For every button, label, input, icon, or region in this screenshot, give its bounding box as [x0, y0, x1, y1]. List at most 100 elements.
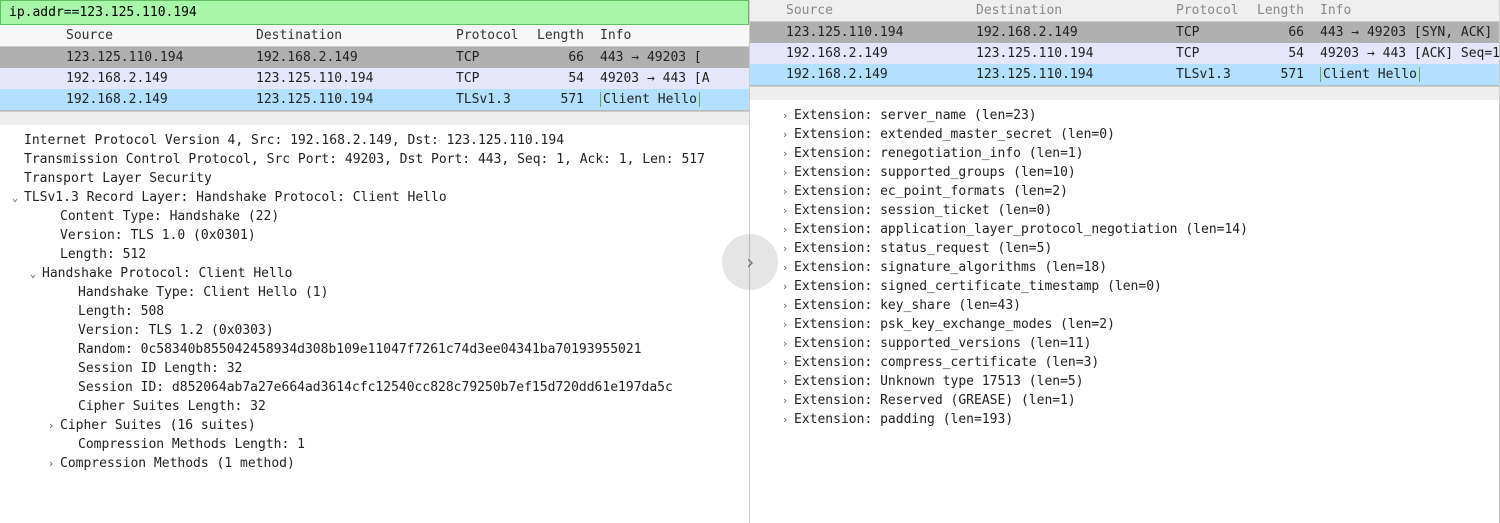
tree-node[interactable]: Random: 0c58340b855042458934d308b109e110… — [8, 340, 749, 359]
packet-row[interactable]: 123.125.110.194192.168.2.149TCP66443 → 4… — [750, 22, 1499, 43]
packet-row[interactable]: 123.125.110.194192.168.2.149TCP66443 → 4… — [0, 47, 749, 68]
display-filter-input[interactable] — [7, 4, 742, 21]
tree-node[interactable]: ›Extension: supported_versions (len=11) — [778, 334, 1499, 353]
cell-destination: 123.125.110.194 — [970, 46, 1170, 61]
tree-node[interactable]: ›Extension: extended_master_secret (len=… — [778, 125, 1499, 144]
packet-details-left[interactable]: Internet Protocol Version 4, Src: 192.16… — [0, 125, 749, 523]
cell-destination: 123.125.110.194 — [970, 67, 1170, 82]
expand-closed-icon[interactable]: › — [778, 182, 792, 201]
tree-node-label: Version: TLS 1.0 (0x0301) — [58, 226, 256, 245]
packet-list-right[interactable]: Source Destination Protocol Length Info … — [750, 0, 1499, 86]
col-info[interactable]: Info — [590, 28, 749, 43]
tree-node[interactable]: Version: TLS 1.0 (0x0301) — [8, 226, 749, 245]
expand-closed-icon[interactable]: › — [778, 163, 792, 182]
cell-destination: 192.168.2.149 — [250, 50, 450, 65]
tree-node-label: Length: 508 — [76, 302, 164, 321]
tree-node-label: Extension: supported_groups (len=10) — [792, 163, 1076, 182]
cell-protocol: TCP — [450, 71, 530, 86]
display-filter-bar[interactable] — [0, 0, 749, 25]
packet-row[interactable]: 192.168.2.149123.125.110.194TLSv1.3571Cl… — [0, 89, 749, 110]
tree-node[interactable]: ›Extension: ec_point_formats (len=2) — [778, 182, 1499, 201]
expand-closed-icon[interactable]: › — [44, 454, 58, 473]
expand-closed-icon[interactable]: › — [778, 125, 792, 144]
cell-source: 192.168.2.149 — [60, 71, 250, 86]
cell-source: 123.125.110.194 — [780, 25, 970, 40]
packet-details-right[interactable]: ›Extension: server_name (len=23)›Extensi… — [750, 100, 1499, 523]
tree-node[interactable]: Session ID: d852064ab7a27e664ad3614cfc12… — [8, 378, 749, 397]
tree-node[interactable]: ›Extension: Unknown type 17513 (len=5) — [778, 372, 1499, 391]
expand-closed-icon[interactable]: › — [778, 372, 792, 391]
tree-node[interactable]: ›Extension: padding (len=193) — [778, 410, 1499, 429]
col-info[interactable]: Info — [1310, 3, 1499, 18]
tree-node[interactable]: ›Extension: Reserved (GREASE) (len=1) — [778, 391, 1499, 410]
col-source[interactable]: Source — [780, 3, 970, 18]
tree-node[interactable]: ›Compression Methods (1 method) — [8, 454, 749, 473]
tree-node[interactable]: ›Extension: key_share (len=43) — [778, 296, 1499, 315]
tree-node[interactable]: ›Extension: session_ticket (len=0) — [778, 201, 1499, 220]
tree-node-label: Length: 512 — [58, 245, 146, 264]
expand-closed-icon[interactable]: › — [778, 315, 792, 334]
tree-node[interactable]: ›Cipher Suites (16 suites) — [8, 416, 749, 435]
col-source[interactable]: Source — [60, 28, 250, 43]
tree-node[interactable]: Length: 508 — [8, 302, 749, 321]
tree-node[interactable]: ›Extension: status_request (len=5) — [778, 239, 1499, 258]
tree-node[interactable]: Session ID Length: 32 — [8, 359, 749, 378]
expand-open-icon[interactable]: ⌄ — [8, 188, 22, 207]
tree-node-label: Internet Protocol Version 4, Src: 192.16… — [22, 131, 564, 150]
hscrollbar[interactable] — [750, 86, 1499, 100]
expand-closed-icon[interactable]: › — [778, 277, 792, 296]
packet-row[interactable]: 192.168.2.149123.125.110.194TLSv1.3571Cl… — [750, 64, 1499, 85]
tree-node[interactable]: ⌄TLSv1.3 Record Layer: Handshake Protoco… — [8, 188, 749, 207]
tree-node-label: Transport Layer Security — [22, 169, 212, 188]
tree-node[interactable]: ›Extension: psk_key_exchange_modes (len=… — [778, 315, 1499, 334]
cell-source: 123.125.110.194 — [60, 50, 250, 65]
expand-closed-icon[interactable]: › — [778, 201, 792, 220]
tree-node[interactable]: ›Extension: renegotiation_info (len=1) — [778, 144, 1499, 163]
expand-closed-icon[interactable]: › — [778, 334, 792, 353]
tree-node[interactable]: ⌄Handshake Protocol: Client Hello — [8, 264, 749, 283]
tree-node[interactable]: ›Extension: server_name (len=23) — [778, 106, 1499, 125]
tree-node-label: Extension: extended_master_secret (len=0… — [792, 125, 1115, 144]
col-destination[interactable]: Destination — [970, 3, 1170, 18]
packet-row[interactable]: 192.168.2.149123.125.110.194TCP5449203 →… — [0, 68, 749, 89]
tree-node[interactable]: Handshake Type: Client Hello (1) — [8, 283, 749, 302]
tree-node[interactable]: ›Extension: compress_certificate (len=3) — [778, 353, 1499, 372]
expand-closed-icon[interactable]: › — [778, 296, 792, 315]
expand-closed-icon[interactable]: › — [778, 391, 792, 410]
tree-node[interactable]: Transmission Control Protocol, Src Port:… — [8, 150, 749, 169]
col-destination[interactable]: Destination — [250, 28, 450, 43]
expand-closed-icon[interactable]: › — [778, 353, 792, 372]
col-length[interactable]: Length — [530, 28, 590, 43]
expand-closed-icon[interactable]: › — [778, 220, 792, 239]
tree-node[interactable]: Internet Protocol Version 4, Src: 192.16… — [8, 131, 749, 150]
tree-node[interactable]: Transport Layer Security — [8, 169, 749, 188]
expand-closed-icon[interactable]: › — [778, 410, 792, 429]
packet-list-left[interactable]: Source Destination Protocol Length Info … — [0, 25, 749, 111]
col-protocol[interactable]: Protocol — [1170, 3, 1250, 18]
tree-node[interactable]: ›Extension: application_layer_protocol_n… — [778, 220, 1499, 239]
expand-closed-icon[interactable]: › — [778, 258, 792, 277]
expand-closed-icon[interactable]: › — [778, 239, 792, 258]
tree-node[interactable]: Length: 512 — [8, 245, 749, 264]
packet-row[interactable]: 192.168.2.149123.125.110.194TCP5449203 →… — [750, 43, 1499, 64]
tree-node-label: Compression Methods (1 method) — [58, 454, 295, 473]
tree-node[interactable]: ›Extension: supported_groups (len=10) — [778, 163, 1499, 182]
expand-closed-icon[interactable]: › — [778, 106, 792, 125]
expand-closed-icon[interactable]: › — [778, 144, 792, 163]
pane-divider-handle-icon[interactable]: › — [722, 234, 778, 290]
cell-info: 443 → 49203 [SYN, ACK] Seq=0 Ack=1 — [1310, 25, 1499, 40]
expand-closed-icon[interactable]: › — [44, 416, 58, 435]
tree-node[interactable]: ›Extension: signed_certificate_timestamp… — [778, 277, 1499, 296]
col-protocol[interactable]: Protocol — [450, 28, 530, 43]
tree-node[interactable]: Cipher Suites Length: 32 — [8, 397, 749, 416]
hscrollbar[interactable] — [0, 111, 749, 125]
col-length[interactable]: Length — [1250, 3, 1310, 18]
tree-node[interactable]: Content Type: Handshake (22) — [8, 207, 749, 226]
tree-node[interactable]: ›Extension: signature_algorithms (len=18… — [778, 258, 1499, 277]
left-pane: Source Destination Protocol Length Info … — [0, 0, 750, 523]
cell-info: Client Hello — [590, 92, 749, 107]
expand-open-icon[interactable]: ⌄ — [26, 264, 40, 283]
cell-info: 443 → 49203 [ — [590, 50, 749, 65]
tree-node[interactable]: Compression Methods Length: 1 — [8, 435, 749, 454]
tree-node[interactable]: Version: TLS 1.2 (0x0303) — [8, 321, 749, 340]
